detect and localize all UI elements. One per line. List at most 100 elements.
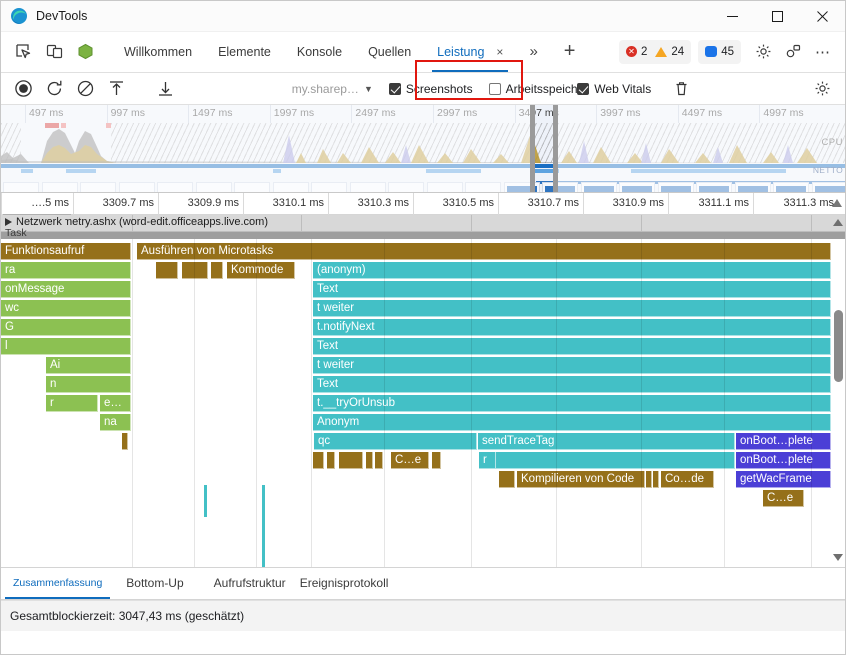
capture-settings-icon[interactable] <box>808 76 837 102</box>
flame-bar[interactable]: e… <box>100 395 131 412</box>
flame-bar[interactable]: onBoot…plete <box>736 452 831 469</box>
flame-bar[interactable]: wc <box>1 300 131 317</box>
flame-bar[interactable]: Funktionsaufruf <box>1 243 131 260</box>
flame-bar[interactable]: t.notifyNext <box>313 319 831 336</box>
flame-bar[interactable]: Kommode <box>227 262 295 279</box>
flame-bar[interactable]: G <box>1 319 131 336</box>
error-count: 2 <box>641 45 648 58</box>
tab-elemente[interactable]: Elemente <box>205 31 284 72</box>
tab-list: Willkommen Elemente Konsole Quellen Leis… <box>111 31 588 72</box>
maximize-button[interactable] <box>755 1 800 32</box>
scroll-up-arrow-icon[interactable] <box>833 219 843 226</box>
flame-bar-unlabeled[interactable] <box>432 452 441 469</box>
tick-text: 3310.5 ms <box>442 197 494 209</box>
flame-bar-unlabeled[interactable] <box>182 262 208 279</box>
flame-bar[interactable]: na <box>100 414 131 431</box>
flame-connector <box>262 485 265 567</box>
flame-bar-unlabeled[interactable] <box>327 452 335 469</box>
flame-bar[interactable]: onMessage <box>1 281 131 298</box>
settings-gear-icon[interactable] <box>749 38 777 66</box>
inspect-element-icon[interactable] <box>9 38 37 66</box>
screenshots-checkbox[interactable]: Screenshots <box>388 82 473 96</box>
issues-badge[interactable]: 45 <box>698 39 741 64</box>
more-tabs-button[interactable]: » <box>516 31 550 72</box>
flame-bar-unlabeled[interactable] <box>366 452 373 469</box>
record-button-icon[interactable] <box>9 76 38 102</box>
flame-bar[interactable]: (anonym) <box>313 262 831 279</box>
flame-vertical-scrollbar[interactable] <box>834 310 843 382</box>
flame-bar-unlabeled[interactable] <box>339 452 363 469</box>
tab-ereignisprotokoll[interactable]: Ereignisprotokoll <box>298 566 401 599</box>
delete-recording-icon[interactable] <box>667 76 696 102</box>
tab-konsole[interactable]: Konsole <box>284 31 355 72</box>
flame-bar[interactable]: qc <box>314 433 477 450</box>
tab-zusammenfassung[interactable]: Zusammenfassung <box>1 566 114 599</box>
network-track-header[interactable]: metry.ashx (word-edit.officeapps.live.co… <box>1 215 845 232</box>
flame-bar[interactable]: t weiter <box>313 300 831 317</box>
flame-bar[interactable]: onBoot…plete <box>736 433 831 450</box>
close-button[interactable] <box>800 1 845 32</box>
flame-bar-unlabeled[interactable] <box>313 452 324 469</box>
message-bubble-icon <box>705 46 718 57</box>
flame-chart[interactable]: metry.ashx (word-edit.officeapps.live.co… <box>1 215 845 567</box>
flame-bar[interactable]: C…e <box>391 452 429 469</box>
more-options-icon[interactable]: ⋯ <box>809 38 837 66</box>
flame-bar-unlabeled[interactable] <box>211 262 223 279</box>
network-track-toggle[interactable]: Netzwerk <box>5 216 65 228</box>
flame-bar[interactable]: C…e <box>763 490 804 507</box>
reload-and-record-icon[interactable] <box>40 76 69 102</box>
detail-timeline-ruler: ….5 ms 3309.7 ms 3309.9 ms 3310.1 ms 3310.3 … <box>1 193 845 218</box>
detail-tick-label: 3309.9 ms <box>158 193 243 215</box>
scroll-down-arrow-icon[interactable] <box>833 554 843 561</box>
flame-bar[interactable]: Kompilieren von Code <box>517 471 645 488</box>
webvitals-checkbox[interactable]: Web Vitals <box>577 82 651 96</box>
flame-bar[interactable]: Co…de <box>661 471 714 488</box>
tab-aufrufstruktur[interactable]: Aufrufstruktur <box>196 566 298 599</box>
flame-bar-unlabeled[interactable] <box>375 452 383 469</box>
flame-bar[interactable]: n <box>46 376 131 393</box>
flame-bar[interactable]: t.__tryOrUnsub <box>313 395 831 412</box>
download-profile-icon[interactable] <box>151 76 180 102</box>
flame-bar-unlabeled[interactable] <box>122 433 128 450</box>
tab-quellen[interactable]: Quellen <box>355 31 424 72</box>
flame-bar[interactable]: r <box>479 452 496 469</box>
tab-label: Zusammenfassung <box>13 576 103 589</box>
flame-bar-unlabeled[interactable] <box>496 452 735 469</box>
device-toolbar-icon[interactable] <box>40 38 68 66</box>
chevron-right-icon <box>5 218 12 226</box>
flame-bar[interactable]: getWacFrame <box>736 471 831 488</box>
clear-recording-icon[interactable] <box>71 76 100 102</box>
flame-bar-unlabeled[interactable] <box>653 471 659 488</box>
timeline-overview[interactable]: 497 ms997 ms1497 ms1997 ms2497 ms2997 ms… <box>1 105 845 193</box>
flame-bar[interactable]: ra <box>1 262 131 279</box>
flame-bar[interactable]: r <box>46 395 98 412</box>
customize-devtools-icon[interactable] <box>779 38 807 66</box>
flame-bar[interactable]: Anonym <box>313 414 831 431</box>
flame-bar-unlabeled[interactable] <box>499 471 515 488</box>
flame-bar[interactable]: t weiter <box>313 357 831 374</box>
minimize-button[interactable] <box>710 1 755 32</box>
task-track[interactable]: Task <box>1 227 845 239</box>
flame-bar[interactable]: Text <box>313 338 831 355</box>
flame-bar[interactable]: l <box>1 338 131 355</box>
tab-leistung[interactable]: Leistung × <box>424 31 516 72</box>
add-tab-button[interactable]: + <box>551 31 589 72</box>
warning-count: 24 <box>671 45 685 58</box>
flame-bar[interactable]: Text <box>313 376 831 393</box>
flame-bar[interactable]: Ai <box>46 357 131 374</box>
issues-counter-group[interactable]: ✕ 2 24 <box>619 39 692 64</box>
3d-view-icon[interactable] <box>71 38 99 66</box>
flame-bar[interactable]: Text <box>313 281 831 298</box>
overview-selection-window[interactable] <box>530 105 558 192</box>
tab-willkommen[interactable]: Willkommen <box>111 31 205 72</box>
flame-bar-unlabeled[interactable] <box>646 471 652 488</box>
flame-bar[interactable]: Ausführen von Microtasks <box>137 243 831 260</box>
flame-bar-unlabeled[interactable] <box>156 262 178 279</box>
tab-bottom-up[interactable]: Bottom-Up <box>114 566 195 599</box>
upload-profile-icon[interactable] <box>102 76 131 102</box>
memory-checkbox[interactable]: Arbeitsspeicher <box>488 82 588 96</box>
overview-dim-left <box>1 105 535 192</box>
close-icon[interactable]: × <box>496 46 503 58</box>
domain-filter-select[interactable]: my.sharep… ▼ <box>292 82 373 96</box>
flame-bar[interactable]: sendTraceTag <box>478 433 735 450</box>
